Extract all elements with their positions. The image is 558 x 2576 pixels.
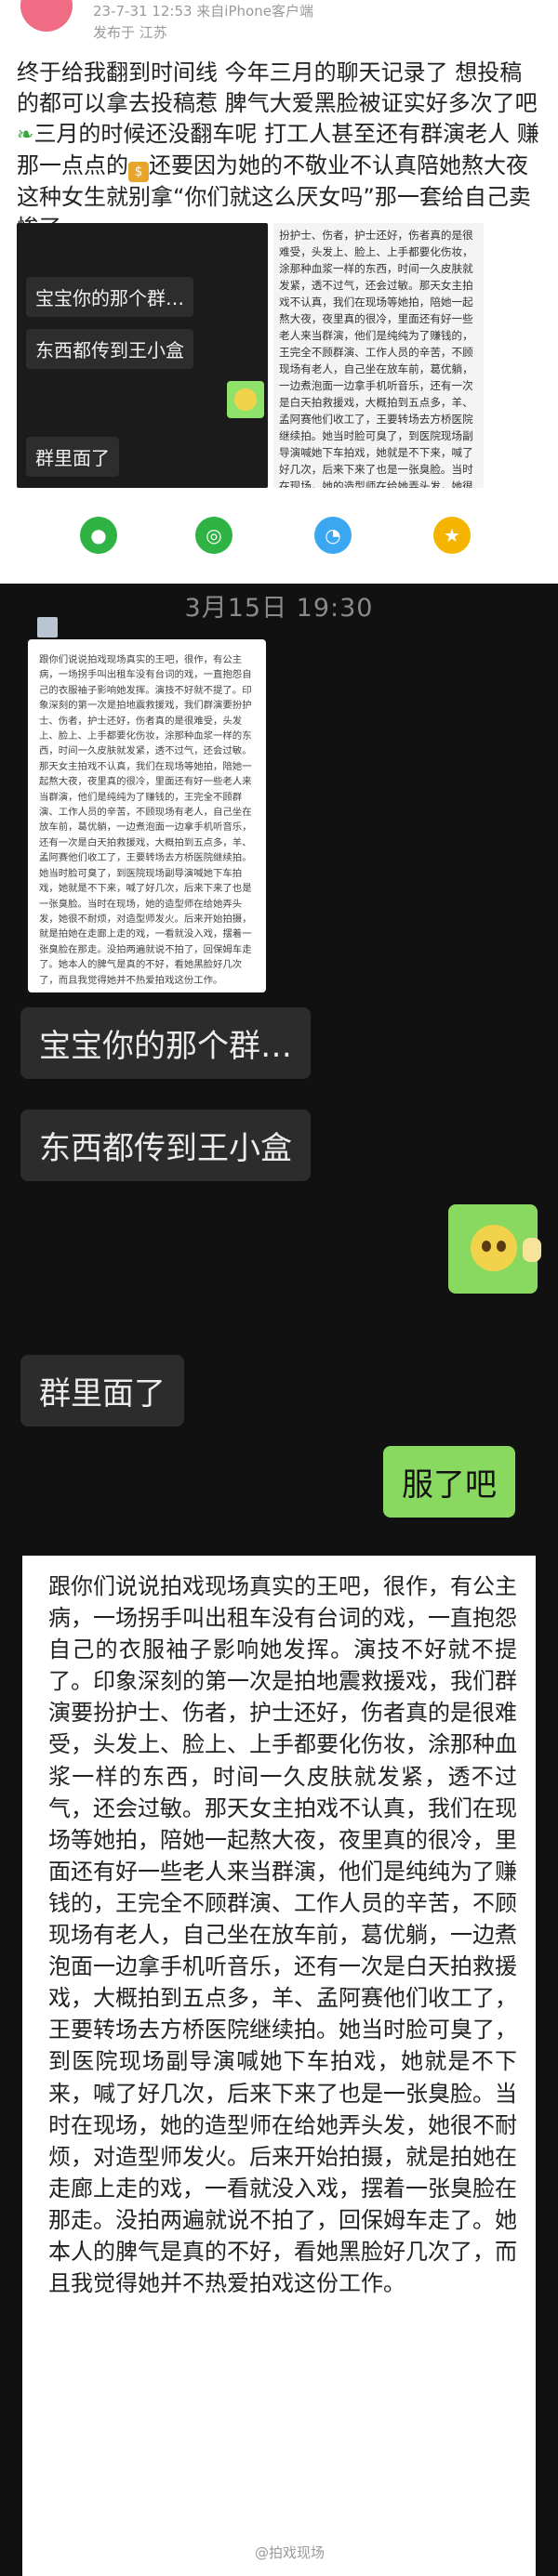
- post-location: 发布于 江苏: [93, 24, 167, 41]
- share-bar: ● ◎ ◔ ★: [0, 504, 558, 578]
- thumb-text: 扮护士、伤者，护士还好，伤者真的是很难受，头发上、脸上、上手都要化伤妆，涂那种血…: [279, 229, 473, 488]
- post-image-chat-thumbnail[interactable]: 宝宝你的那个群… 东西都传到王小盒 群里面了: [17, 223, 268, 488]
- wechat-share-icon[interactable]: ●: [80, 517, 117, 554]
- chat-image-message[interactable]: 跟你们说说拍戏现场真实的王吧，很作，有公主病，一场拐手叫出租车没有台词的戏，一直…: [28, 639, 266, 992]
- avatar[interactable]: [20, 0, 73, 32]
- chat-image-text: 跟你们说说拍戏现场真实的王吧，很作，有公主病，一场拐手叫出租车没有台词的戏，一直…: [39, 654, 252, 986]
- watermark: @拍戏现场: [255, 2544, 326, 2561]
- long-text-image: 跟你们说说拍戏现场真实的王吧，很作，有公主病，一场拐手叫出租车没有台词的戏，一直…: [22, 1556, 536, 2576]
- qzone-share-icon[interactable]: ★: [433, 517, 471, 554]
- chat-screenshot: 3月15日 19:30 跟你们说说拍戏现场真实的王吧，很作，有公主病，一场拐手叫…: [0, 584, 558, 1556]
- thumb-bubble-1: 宝宝你的那个群…: [26, 277, 193, 317]
- chat-emoji-sticker: [448, 1204, 541, 1294]
- chat-bubble-3: 群里面了: [20, 1355, 184, 1426]
- thumb-bubble-2: 东西都传到王小盒: [26, 329, 193, 369]
- post-timestamp: 23-7-31 12:53 来自iPhone客户端: [93, 3, 313, 20]
- post-text: 终于给我翻到时间线 今年三月的聊天记录了 想投稿的都可以拿去投稿惹 脾气大爱黑脸…: [17, 58, 543, 243]
- chat-bubble-1: 宝宝你的那个群…: [20, 1007, 311, 1079]
- thumb-bubble-3: 群里面了: [26, 437, 119, 477]
- qq-share-icon[interactable]: ◔: [314, 517, 352, 554]
- sticker-face-icon: [471, 1225, 541, 1271]
- moments-share-icon[interactable]: ◎: [195, 517, 232, 554]
- chat-bubble-2: 东西都传到王小盒: [20, 1110, 311, 1181]
- chat-bubble-self: 服了吧: [383, 1446, 515, 1518]
- money-bag-emoji-icon: $: [128, 162, 149, 182]
- long-text-body: 跟你们说说拍戏现场真实的王吧，很作，有公主病，一场拐手叫出租车没有台词的戏，一直…: [48, 1573, 517, 2297]
- leaf-emoji-icon: ❧: [17, 124, 34, 147]
- thumb-emoji-sticker-icon: [227, 381, 264, 418]
- weibo-post: 23-7-31 12:53 来自iPhone客户端 发布于 江苏 终于给我翻到时…: [0, 0, 558, 584]
- chat-avatar: [37, 617, 58, 637]
- post-text-part1: 终于给我翻到时间线 今年三月的聊天记录了 想投稿的都可以拿去投稿惹 脾气大爱黑脸…: [17, 59, 538, 116]
- chat-time: 3月15日 19:30: [184, 594, 374, 623]
- post-image-text-thumbnail[interactable]: 扮护士、伤者，护士还好，伤者真的是很难受，头发上、脸上、上手都要化伤妆，涂那种血…: [273, 223, 484, 488]
